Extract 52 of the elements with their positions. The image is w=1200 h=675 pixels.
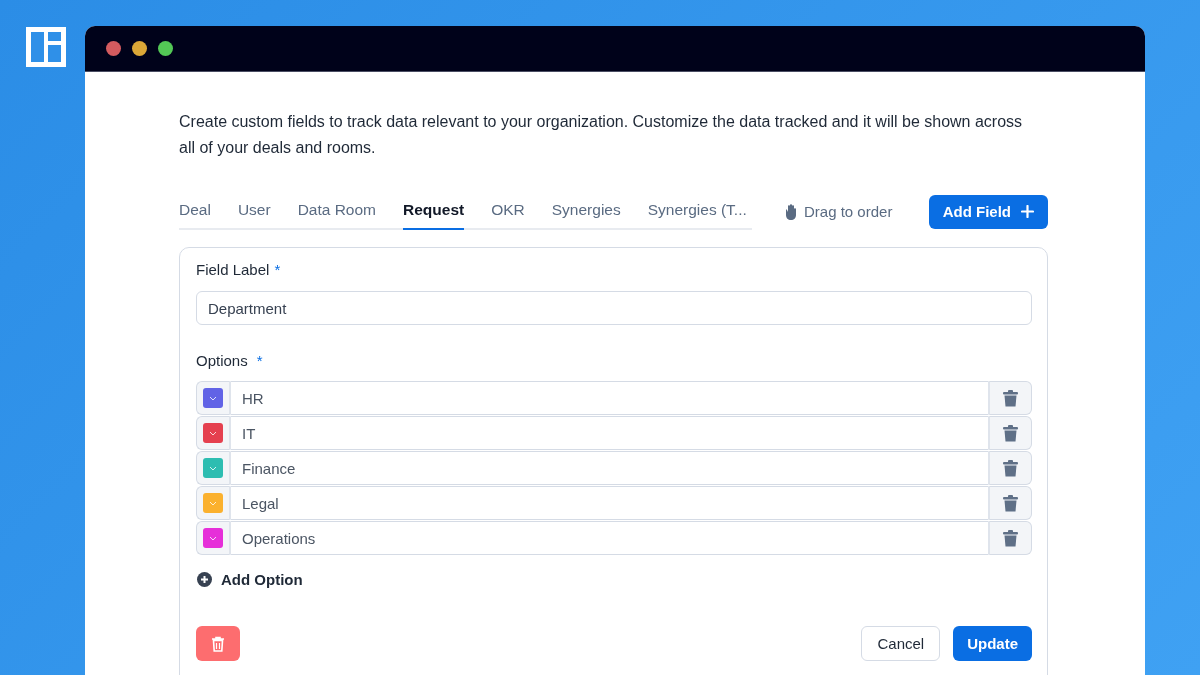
option-input[interactable]: HR xyxy=(231,381,988,415)
field-label-title: Field Label xyxy=(196,261,270,278)
color-dropdown[interactable] xyxy=(203,493,223,513)
required-mark: * xyxy=(274,261,281,278)
tab[interactable]: Synergies (T... xyxy=(647,193,747,230)
delete-option-button[interactable] xyxy=(988,451,1032,485)
color-dropdown[interactable] xyxy=(203,458,223,478)
delete-option-button[interactable] xyxy=(988,416,1032,450)
trash-icon xyxy=(1003,389,1018,407)
add-field-button[interactable]: Add Field xyxy=(928,194,1048,229)
option-input[interactable]: IT xyxy=(231,416,988,450)
trash-icon xyxy=(1003,494,1018,512)
chevron-icon xyxy=(209,465,217,471)
field-label-input[interactable]: Department xyxy=(196,291,1032,325)
plus-icon xyxy=(1021,205,1034,218)
chevron-icon xyxy=(209,395,217,401)
logo-icon xyxy=(26,27,66,67)
tab[interactable]: User xyxy=(237,193,271,230)
tab[interactable]: Data Room xyxy=(297,193,377,230)
trash-icon xyxy=(211,635,225,652)
color-dropdown[interactable] xyxy=(203,388,223,408)
hand-icon xyxy=(784,203,798,220)
required-mark: * xyxy=(256,352,263,369)
maximize-dot[interactable] xyxy=(158,41,173,56)
tab[interactable]: Request xyxy=(403,193,465,230)
chevron-icon xyxy=(209,535,217,541)
delete-option-button[interactable] xyxy=(988,521,1032,555)
delete-field-button[interactable] xyxy=(196,626,240,661)
delete-option-button[interactable] xyxy=(988,381,1032,415)
delete-option-button[interactable] xyxy=(988,486,1032,520)
color-dropdown[interactable] xyxy=(203,423,223,443)
add-option-button[interactable]: Add Option xyxy=(197,571,303,588)
tab[interactable]: Synergies xyxy=(551,193,621,230)
tab[interactable]: OKR xyxy=(491,193,525,230)
trash-icon xyxy=(1003,424,1018,442)
option-input[interactable]: Finance xyxy=(231,451,988,485)
chevron-icon xyxy=(209,430,217,436)
color-dropdown[interactable] xyxy=(203,528,223,548)
trash-icon xyxy=(1003,459,1018,477)
cancel-button[interactable]: Cancel xyxy=(861,626,941,661)
option-input[interactable]: Legal xyxy=(231,486,988,520)
tab[interactable]: Deal xyxy=(179,193,211,230)
update-button[interactable]: Update xyxy=(953,626,1032,661)
options-title: Options xyxy=(196,352,248,369)
description-text: Create custom fields to track data relevant to your organization. Customize the data tracked and it will be shown across all of your deals and rooms. xyxy=(179,112,1024,158)
plus-circle-icon xyxy=(197,572,212,587)
drag-hint: Drag to order xyxy=(804,203,893,220)
minimize-dot[interactable] xyxy=(132,41,147,56)
option-input[interactable]: Operations xyxy=(231,521,988,555)
trash-icon xyxy=(1003,529,1018,547)
close-dot[interactable] xyxy=(106,41,121,56)
chevron-icon xyxy=(209,500,217,506)
